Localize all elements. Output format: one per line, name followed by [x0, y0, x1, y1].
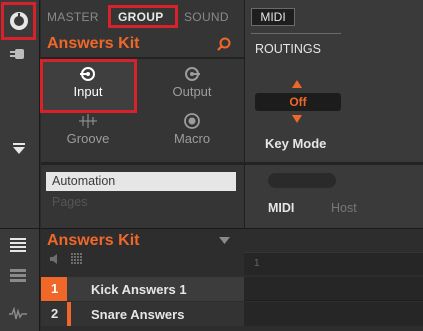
pattern-lane[interactable]	[244, 277, 423, 301]
output-label: Output	[172, 84, 212, 99]
list-view-button[interactable]	[6, 235, 30, 255]
track-number: 2	[51, 306, 59, 321]
group-pad-view-button[interactable]	[71, 253, 83, 265]
arrow-down-icon	[292, 115, 302, 123]
routings-rule	[251, 33, 341, 34]
output-page-button[interactable]: Output	[162, 66, 222, 99]
arrow-up-icon	[292, 80, 302, 88]
track-number: 1	[41, 277, 67, 301]
track-row[interactable]: 1 Kick Answers 1	[41, 277, 244, 301]
host-option[interactable]: Host	[331, 201, 357, 215]
kit-title[interactable]: Answers Kit	[47, 35, 139, 53]
right-divider	[245, 162, 423, 165]
groove-icon	[79, 114, 97, 128]
list-icon	[10, 238, 26, 252]
toolbar-divider	[0, 228, 40, 229]
mixer-icon	[10, 269, 26, 282]
knob-icon	[9, 12, 28, 30]
routings-label: ROUTINGS	[255, 42, 321, 56]
group-dropdown-button[interactable]	[219, 237, 230, 244]
midi-routing-panel	[244, 0, 423, 228]
pattern-lane[interactable]	[244, 302, 423, 326]
automation-field[interactable]: Automation	[46, 172, 236, 191]
groove-label: Groove	[66, 131, 110, 146]
collapse-button[interactable]	[8, 141, 30, 157]
collapse-arrow-icon	[13, 143, 25, 154]
output-icon	[185, 67, 200, 81]
search-button[interactable]	[217, 37, 231, 51]
track-name: Kick Answers 1	[91, 281, 187, 297]
properties-knob-button[interactable]	[1, 2, 36, 40]
waveform-icon	[9, 307, 27, 320]
ruler-bar-number: 1	[254, 258, 260, 269]
macro-label: Macro	[173, 131, 211, 146]
tab-master[interactable]: MASTER	[47, 10, 99, 24]
search-icon	[217, 37, 231, 51]
midi-host-toggle[interactable]	[268, 173, 336, 188]
chevron-down-icon	[219, 237, 230, 244]
key-mode-down-arrow[interactable]	[292, 115, 302, 123]
group-title[interactable]: Answers Kit	[47, 232, 139, 250]
speaker-icon	[50, 254, 57, 264]
key-mode-up-arrow[interactable]	[292, 80, 302, 88]
tab-sound[interactable]: SOUND	[184, 10, 229, 24]
waveform-view-button[interactable]	[6, 304, 30, 324]
left-toolbar	[0, 0, 40, 331]
track-color-strip	[67, 302, 71, 326]
input-icon	[80, 67, 95, 81]
track-row[interactable]: 2 Snare Answers	[41, 302, 244, 326]
macro-knob-icon	[184, 113, 200, 129]
key-mode-value[interactable]: Off	[255, 93, 341, 111]
macro-page-button[interactable]: Macro	[162, 113, 222, 146]
group-mute-button[interactable]	[50, 254, 62, 264]
pages-label: Pages	[52, 195, 88, 209]
tab-midi[interactable]: MIDI	[251, 8, 295, 26]
key-mode-label: Key Mode	[265, 136, 327, 151]
midi-option[interactable]: MIDI	[268, 201, 294, 215]
tab-group[interactable]: GROUP	[118, 10, 164, 24]
track-name: Snare Answers	[91, 306, 185, 322]
grid-divider	[41, 162, 244, 165]
mixer-view-button[interactable]	[6, 266, 30, 286]
groove-page-button[interactable]: Groove	[58, 113, 118, 146]
input-label: Input	[73, 84, 103, 99]
timeline-ruler[interactable]	[244, 252, 423, 275]
pad-grid-icon	[71, 253, 82, 264]
plugin-button[interactable]	[6, 44, 30, 64]
plug-icon	[10, 49, 24, 59]
input-page: Input	[58, 66, 118, 99]
